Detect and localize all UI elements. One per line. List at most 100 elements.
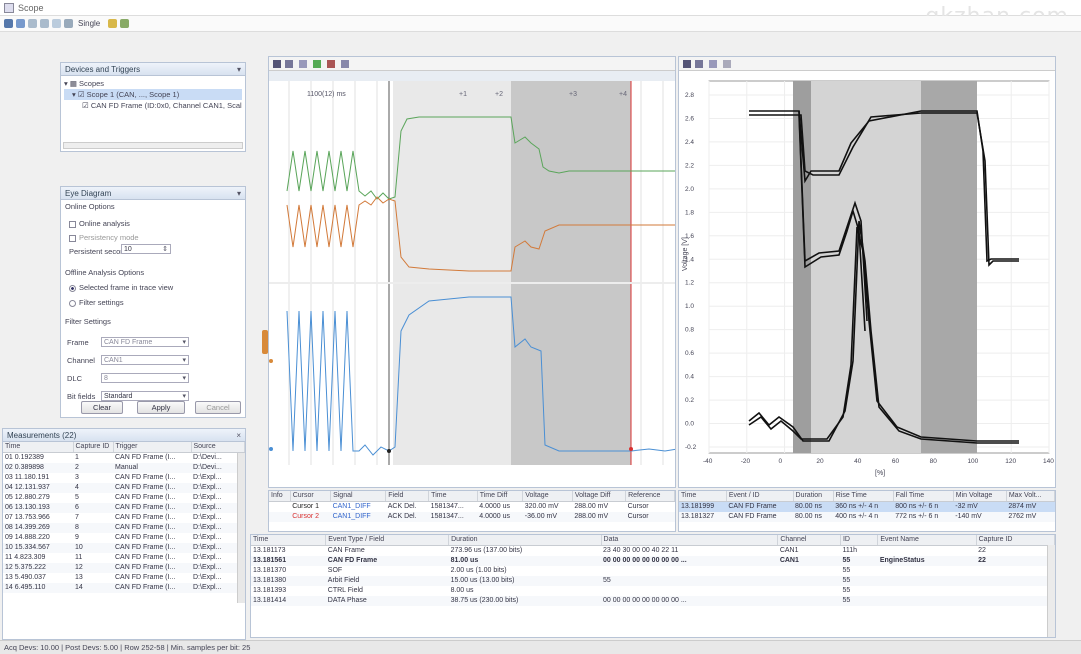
fit-icon[interactable] bbox=[299, 60, 307, 68]
persistent-seconds-input[interactable]: 10 ⇕ bbox=[121, 244, 171, 254]
col-header[interactable]: Time bbox=[3, 442, 74, 453]
table-row[interactable]: 13.181414 DATA Phase 38.75 us (230.00 bits… bbox=[251, 596, 1055, 606]
col-header[interactable]: Event Type / Field bbox=[325, 535, 450, 546]
tree-scopes[interactable]: ▾ ▦ Scopes bbox=[64, 78, 242, 89]
radio-off[interactable] bbox=[69, 299, 76, 307]
checkbox[interactable] bbox=[69, 234, 76, 242]
table-row[interactable]: 14 6.495.110 14 CAN FD Frame (I... D:\Expl.… bbox=[3, 583, 245, 593]
zoom-out-icon[interactable] bbox=[695, 60, 703, 68]
online-analysis-check[interactable]: Online analysis bbox=[65, 219, 241, 228]
col-header[interactable]: Voltage Diff bbox=[572, 491, 627, 502]
col-header[interactable]: Reference bbox=[625, 491, 675, 502]
frame-select[interactable]: CAN FD Frame ▾ bbox=[101, 337, 189, 347]
cursor-icon[interactable] bbox=[723, 60, 731, 68]
table-row[interactable]: 12 5.375.222 12 CAN FD Frame (I... D:\Expl.… bbox=[3, 563, 245, 573]
fit-icon[interactable] bbox=[709, 60, 717, 68]
close-icon[interactable]: × bbox=[236, 429, 241, 442]
col-header[interactable]: ID bbox=[840, 535, 879, 546]
export-icon[interactable] bbox=[108, 19, 117, 28]
tree-scope-1[interactable]: ▾ ☑ Scope 1 (CAN, ..., Scope 1) bbox=[64, 89, 242, 100]
table-row[interactable]: 03 11.180.191 3 CAN FD Frame (I... D:\Expl.… bbox=[3, 473, 245, 483]
col-header[interactable]: Capture ID bbox=[976, 535, 1055, 546]
table-row[interactable]: 13.181173 CAN Frame 273.96 us (137.00 bits… bbox=[251, 546, 1055, 557]
col-header[interactable]: Min Voltage bbox=[953, 491, 1007, 502]
run-icon[interactable] bbox=[52, 19, 61, 28]
col-header[interactable]: Trigger bbox=[113, 442, 192, 453]
channel-select[interactable]: CAN1 ▾ bbox=[101, 355, 189, 365]
filter-settings-radio[interactable]: Filter settings bbox=[65, 298, 241, 307]
new-icon[interactable] bbox=[4, 19, 13, 28]
table-row[interactable]: 06 13.130.193 6 CAN FD Frame (I... D:\Expl.… bbox=[3, 503, 245, 513]
event-scrollbar[interactable] bbox=[1047, 545, 1055, 637]
channel-marker-orange[interactable] bbox=[269, 359, 273, 363]
table-row[interactable]: 01 0.192389 1 CAN FD Frame (I... D:\Devi... bbox=[3, 453, 245, 464]
col-header[interactable]: Channel bbox=[777, 535, 841, 546]
table-row[interactable]: 11 4.823.309 11 CAN FD Frame (I... D:\Expl.… bbox=[3, 553, 245, 563]
trigger-mode[interactable]: Single bbox=[78, 19, 100, 28]
col-header[interactable]: Duration bbox=[448, 535, 602, 546]
devices-scrollbar[interactable] bbox=[63, 142, 243, 149]
scope-waveform-plot[interactable]: 1100(12) ms +1 +2 +3 +4 bbox=[269, 71, 676, 488]
col-header[interactable]: Cursor bbox=[290, 491, 332, 502]
col-header[interactable]: Fall Time bbox=[893, 491, 954, 502]
col-header[interactable]: Rise Time bbox=[833, 491, 894, 502]
table-row[interactable]: 13 5.490.037 13 CAN FD Frame (I... D:\Expl.… bbox=[3, 573, 245, 583]
table-row[interactable]: 13.181561 CAN FD Frame 81.00 us 00 00 00 00… bbox=[251, 556, 1055, 566]
col-header[interactable]: Voltage bbox=[522, 491, 573, 502]
table-row[interactable]: 02 0.389898 2 Manual D:\Devi... bbox=[3, 463, 245, 473]
dlc-select[interactable]: 8 ▾ bbox=[101, 373, 189, 383]
radio-on[interactable] bbox=[69, 284, 76, 292]
table-row[interactable]: 13.181380 Arbit Field 15.00 us (13.00 bits… bbox=[251, 576, 1055, 586]
cursor-2-marker[interactable] bbox=[629, 447, 633, 451]
table-row[interactable]: 08 14.399.269 8 CAN FD Frame (I... D:\Expl.… bbox=[3, 523, 245, 533]
persistency-check[interactable]: Persistency mode bbox=[65, 233, 241, 242]
table-row[interactable]: 13.181327 CAN FD Frame 80.00 ns 400 ns +/- … bbox=[679, 512, 1055, 522]
table-row[interactable]: 09 14.888.220 9 CAN FD Frame (I... D:\Expl.… bbox=[3, 533, 245, 543]
zoom-out-icon[interactable] bbox=[285, 60, 293, 68]
col-header[interactable]: Event / ID bbox=[726, 491, 794, 502]
table-row[interactable]: 13.181999 CAN FD Frame 80.00 ns 360 ns +/- … bbox=[679, 501, 1055, 512]
eye-diagram-plot[interactable]: 2.82.62.42.22.01.81.61.41.21.00.80.60.40… bbox=[679, 71, 1056, 488]
measurements-scrollbar[interactable] bbox=[237, 453, 245, 603]
measure-icon[interactable] bbox=[341, 60, 349, 68]
col-header[interactable]: Signal bbox=[330, 491, 387, 502]
cursor-1-marker[interactable] bbox=[387, 449, 391, 453]
col-header[interactable]: Time bbox=[251, 535, 327, 546]
stop-icon[interactable] bbox=[64, 19, 73, 28]
col-header[interactable]: Time Diff bbox=[477, 491, 524, 502]
col-header[interactable]: Source bbox=[191, 442, 245, 453]
col-header[interactable]: Event Name bbox=[877, 535, 977, 546]
selected-frame-radio[interactable]: Selected frame in trace view bbox=[65, 283, 241, 292]
back-icon[interactable] bbox=[28, 19, 37, 28]
table-row[interactable]: 07 13.753.966 7 CAN FD Frame (I... D:\Expl.… bbox=[3, 513, 245, 523]
table-row[interactable]: Cursor 2 CAN1_DIFF ACK Del. 1581347... 4.000… bbox=[269, 512, 675, 522]
col-header[interactable]: Info bbox=[269, 491, 291, 502]
tree-trigger[interactable]: ☑ CAN FD Frame (ID:0x0, Channel CAN1, Sc… bbox=[64, 100, 242, 111]
col-header[interactable]: Capture ID bbox=[73, 442, 114, 453]
col-header[interactable]: Data bbox=[601, 535, 779, 546]
pin-icon[interactable]: ▾ bbox=[237, 63, 241, 76]
col-header[interactable]: Time bbox=[428, 491, 478, 502]
table-row[interactable]: 05 12.880.279 5 CAN FD Frame (I... D:\Expl.… bbox=[3, 493, 245, 503]
table-row[interactable]: 10 15.334.567 10 CAN FD Frame (I... D:\Expl… bbox=[3, 543, 245, 553]
zoom-in-icon[interactable] bbox=[683, 60, 691, 68]
col-header[interactable]: Time bbox=[679, 491, 727, 502]
channel-marker-blue[interactable] bbox=[269, 447, 273, 451]
bit-fields-select[interactable]: Standard ▾ bbox=[101, 391, 189, 401]
checkbox[interactable] bbox=[69, 220, 76, 228]
marker-icon[interactable] bbox=[327, 60, 335, 68]
col-header[interactable]: Max Volt... bbox=[1006, 491, 1055, 502]
col-header[interactable]: Field bbox=[385, 491, 430, 502]
spinner-icon[interactable]: ⇕ bbox=[162, 245, 168, 254]
pin-icon[interactable]: ▾ bbox=[237, 187, 241, 200]
clear-button[interactable]: Clear bbox=[81, 401, 123, 414]
open-icon[interactable] bbox=[16, 19, 25, 28]
cursor-icon[interactable] bbox=[313, 60, 321, 68]
cancel-button[interactable]: Cancel bbox=[195, 401, 241, 414]
col-header[interactable]: Duration bbox=[793, 491, 834, 502]
table-icon[interactable] bbox=[120, 19, 129, 28]
table-row[interactable]: 13.181393 CTRL Field 8.00 us 55 bbox=[251, 586, 1055, 596]
apply-button[interactable]: Apply bbox=[137, 401, 185, 414]
table-row[interactable]: 13.181370 SOF 2.00 us (1.00 bits) 55 bbox=[251, 566, 1055, 576]
table-row[interactable]: Cursor 1 CAN1_DIFF ACK Del. 1581347... 4.000… bbox=[269, 502, 675, 513]
